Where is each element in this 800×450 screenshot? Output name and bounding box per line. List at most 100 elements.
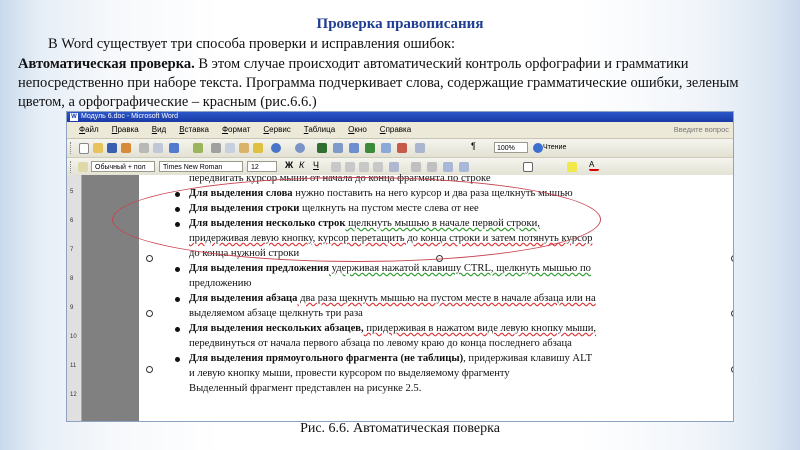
- line-text: придерживая в нажатом виде левую кнопку …: [363, 323, 597, 334]
- align-right-icon[interactable]: [359, 162, 369, 172]
- font-size-select[interactable]: 12: [247, 161, 277, 172]
- word-window-title: Модуль 6.doc - Microsoft Word: [81, 113, 179, 120]
- standard-toolbar: ¶ 100% Чтение: [67, 139, 733, 158]
- styles-icon[interactable]: [78, 162, 88, 172]
- word-app-icon: W: [70, 113, 78, 121]
- document-line[interactable]: и левую кнопку мыши, провести курсором п…: [189, 368, 510, 379]
- line-bold-term: Для выделения предложения: [189, 263, 329, 274]
- increase-indent-icon[interactable]: [459, 162, 469, 172]
- cut-icon[interactable]: [211, 143, 221, 153]
- line-text: , придерживая клавишу ALT: [463, 353, 593, 364]
- slide-paragraph: Автоматическая проверка. В этом случае п…: [18, 55, 788, 112]
- underline-icon[interactable]: Ч: [313, 160, 323, 170]
- menu-item[interactable]: Вставка: [179, 122, 209, 138]
- ruler-number: 9: [70, 305, 74, 311]
- outside-border-icon[interactable]: [523, 162, 533, 172]
- menu-item[interactable]: Формат: [222, 122, 250, 138]
- selection-handle[interactable]: [146, 255, 153, 262]
- document-line[interactable]: выделяемом абзаце щелкнуть три раза: [189, 308, 363, 319]
- line-text: удерживая нажатой клавишу CTRL, щелкнуть…: [328, 263, 591, 274]
- print-icon[interactable]: [139, 143, 149, 153]
- font-color-icon[interactable]: A: [589, 160, 599, 171]
- menu-item[interactable]: Файл: [79, 122, 99, 138]
- bullets-icon[interactable]: [427, 162, 437, 172]
- undo-icon[interactable]: [271, 143, 281, 153]
- save-icon[interactable]: [107, 143, 117, 153]
- copy-icon[interactable]: [225, 143, 235, 153]
- vertical-ruler[interactable]: 5 6 7 8 9 10 11 12: [67, 175, 82, 421]
- highlight-icon[interactable]: [567, 162, 577, 172]
- redo-icon[interactable]: [295, 143, 305, 153]
- font-select[interactable]: Times New Roman: [159, 161, 243, 172]
- menu-item[interactable]: Вид: [152, 122, 166, 138]
- menu-item[interactable]: Правка: [112, 122, 139, 138]
- ruler-number: 10: [70, 334, 77, 340]
- read-button[interactable]: Чтение: [543, 141, 566, 155]
- numbering-icon[interactable]: [411, 162, 421, 172]
- word-screenshot: W Модуль 6.doc - Microsoft Word Файл Прав…: [66, 111, 734, 422]
- help-icon[interactable]: [533, 143, 543, 153]
- decrease-indent-icon[interactable]: [443, 162, 453, 172]
- ruler-number: 7: [70, 247, 74, 253]
- line-text: и левую кнопку мыши, провести курсором п…: [189, 368, 510, 379]
- align-left-icon[interactable]: [331, 162, 341, 172]
- document-line[interactable]: Для выделения прямоугольного фрагмента (…: [174, 353, 593, 364]
- zoom-select[interactable]: 100%: [494, 142, 528, 153]
- menu-item[interactable]: Сервис: [263, 122, 290, 138]
- line-text: Выделенный фрагмент представлен на рисун…: [189, 383, 422, 394]
- format-painter-icon[interactable]: [253, 143, 263, 153]
- style-select[interactable]: Обычный + пол: [91, 161, 155, 172]
- paragraph-bold-lead: Автоматическая проверка.: [18, 56, 195, 72]
- ruler-number: 11: [70, 363, 77, 369]
- selection-handle[interactable]: [731, 255, 733, 262]
- line-text: предложению: [189, 278, 252, 289]
- figure-caption: Рис. 6.6. Автоматическая поверка: [300, 421, 500, 436]
- drawing-icon[interactable]: [397, 143, 407, 153]
- italic-icon[interactable]: К: [299, 160, 309, 170]
- line-spacing-icon[interactable]: [389, 162, 399, 172]
- columns-icon[interactable]: [381, 143, 391, 153]
- print-preview-icon[interactable]: [153, 143, 163, 153]
- document-line[interactable]: предложению: [189, 278, 251, 289]
- show-hide-icon[interactable]: ¶: [471, 141, 481, 151]
- document-line[interactable]: Для выделения абзаца два раза щекнуть мы…: [175, 293, 596, 304]
- slide-title: Проверка правописания: [316, 16, 484, 32]
- document-line[interactable]: Для выделения предложения удерживая нажа…: [175, 263, 591, 274]
- document-line[interactable]: Выделенный фрагмент представлен на рисун…: [189, 383, 421, 394]
- align-center-icon[interactable]: [345, 162, 355, 172]
- insert-table-icon[interactable]: [349, 143, 359, 153]
- menu-item[interactable]: Таблица: [304, 122, 335, 138]
- ruler-number: 6: [70, 218, 74, 224]
- line-text: передвинуться от начала первого абзаца п…: [189, 338, 572, 349]
- tables-borders-icon[interactable]: [333, 143, 343, 153]
- document-line[interactable]: Для выделения нескольких абзацев, придер…: [174, 323, 597, 334]
- line-bold-term: Для выделения абзаца: [189, 293, 298, 304]
- paste-icon[interactable]: [239, 143, 249, 153]
- menu-bar: Файл Правка Вид Вставка Формат Сервис Таблица О…: [67, 122, 733, 139]
- selection-handle[interactable]: [146, 310, 153, 317]
- spelling-icon[interactable]: [193, 143, 203, 153]
- document-line[interactable]: передвинуться от начала первого абзаца п…: [189, 338, 572, 349]
- menu-item[interactable]: Справка: [380, 122, 411, 138]
- open-folder-icon[interactable]: [93, 143, 103, 153]
- justify-icon[interactable]: [373, 162, 383, 172]
- help-question-box[interactable]: Введите вопрос: [674, 122, 729, 138]
- word-titlebar: W Модуль 6.doc - Microsoft Word: [67, 112, 733, 122]
- highlight-ellipse: [112, 177, 601, 262]
- document-map-icon[interactable]: [415, 143, 425, 153]
- new-document-icon[interactable]: [79, 143, 89, 154]
- selection-handle[interactable]: [731, 310, 733, 317]
- selection-handle[interactable]: [146, 366, 153, 373]
- bold-icon[interactable]: Ж: [285, 160, 295, 170]
- research-icon[interactable]: [169, 143, 179, 153]
- line-text: два раза щекнуть мышью на пустом месте в…: [297, 293, 596, 304]
- line-text: выделяемом абзаце щелкнуть три раза: [189, 308, 363, 319]
- line-bold-term: Для выделения нескольких абзацев,: [189, 323, 364, 334]
- line-bold-term: Для выделения прямоугольного фрагмента (…: [189, 353, 464, 364]
- ruler-number: 12: [70, 392, 77, 398]
- hyperlink-icon[interactable]: [317, 143, 327, 153]
- insert-excel-icon[interactable]: [365, 143, 375, 153]
- selection-handle[interactable]: [731, 366, 733, 373]
- permission-icon[interactable]: [121, 143, 131, 153]
- menu-item[interactable]: Окно: [348, 122, 367, 138]
